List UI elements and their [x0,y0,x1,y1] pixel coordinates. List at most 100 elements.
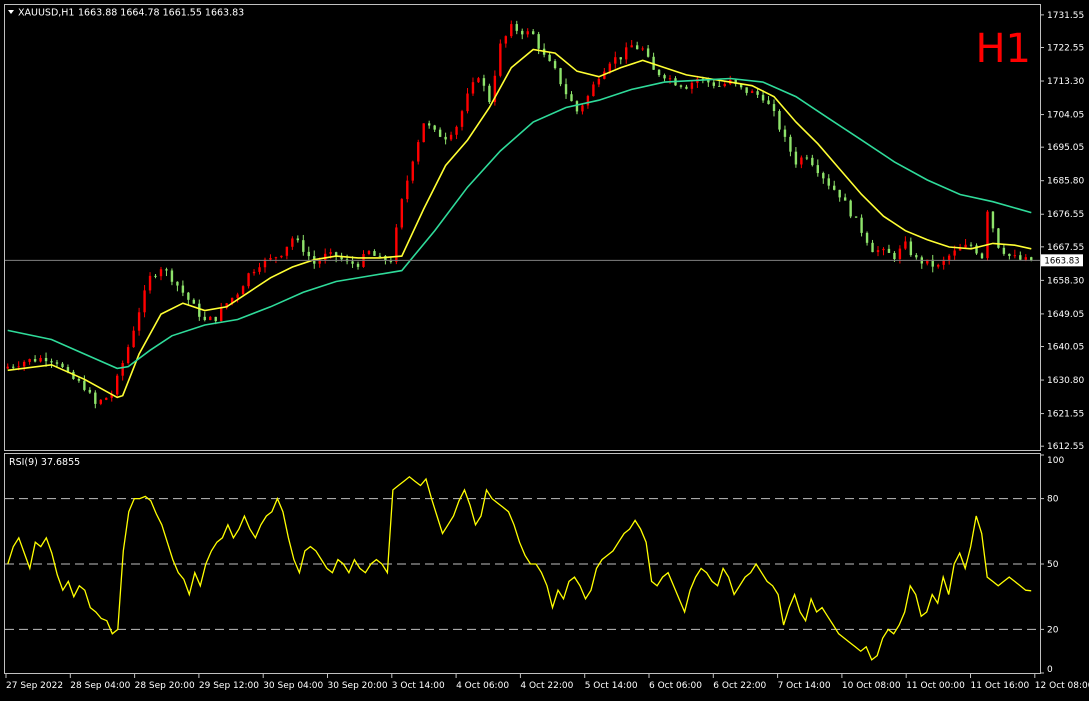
candle-body [882,248,885,251]
candle-body [55,362,59,364]
candle-body [291,238,294,247]
candle-body [860,217,863,233]
candle-body [132,330,135,348]
candle-body [800,157,803,165]
candle-body [838,189,841,198]
candle-body [269,257,272,260]
candle-body [526,31,529,35]
candle-body [400,199,404,228]
candle [411,160,414,184]
candle-body [504,36,508,44]
candle-body [991,211,995,229]
candle-body [126,347,130,364]
rsi-tick-label: 20 [1047,625,1059,635]
candle-body [712,82,716,86]
price-tick-label: 1621.55 [1047,410,1084,420]
candle-body [871,242,874,253]
candle-body [515,24,518,31]
candle-body [296,238,300,241]
candle [400,198,404,230]
candle-body [887,248,891,253]
candle-body [460,111,464,127]
last-price-label: 1663.83 [1044,256,1079,266]
time-tick-label: 30 Sep 20:00 [328,681,388,691]
candle-body [548,54,551,62]
symbol-label: XAUUSD,H1 [18,8,74,19]
candle-body [411,161,414,181]
candle-body [105,397,108,400]
rsi-tick-label: 80 [1047,495,1059,505]
price-tick-label: 1713.30 [1047,77,1084,87]
time-tick-label: 4 Oct 06:00 [456,681,509,691]
candle [849,199,852,219]
candle [499,39,502,78]
candle-body [307,251,310,257]
rsi-tick-label: 100 [1047,456,1064,466]
candle [116,373,119,398]
price-tick-label: 1667.55 [1047,243,1084,253]
candle-body [679,85,683,87]
candle-body [50,361,53,363]
price-tick-label: 1704.05 [1047,111,1084,121]
candle-body [964,244,967,248]
candle-body [635,45,639,50]
candle-body [559,68,562,85]
candle-body [767,100,770,105]
candle-body [137,312,141,331]
candle [241,285,245,295]
candle-body [893,252,896,260]
time-tick-label: 11 Oct 00:00 [906,681,965,691]
candle-body [789,136,792,152]
candle [980,252,984,260]
candle-body [553,61,557,69]
time-tick-label: 27 Sep 2022 [6,681,63,691]
candle-body [915,255,918,258]
candle-body [816,165,820,174]
candle-body [12,366,15,368]
candle-body [203,316,206,321]
time-tick-label: 5 Oct 14:00 [585,681,638,691]
price-tick-label: 1649.05 [1047,310,1084,320]
candle [395,223,398,265]
candle-body [586,96,590,106]
candle-body [88,389,92,393]
candle-body [99,399,102,404]
candle-body [772,104,776,112]
candle-body [783,129,787,137]
candle-body [444,136,447,140]
candle-body [6,366,9,369]
candle-body [241,286,245,295]
candle-body [531,31,535,35]
price-tick-label: 1612.55 [1047,442,1084,452]
time-tick-label: 11 Oct 16:00 [971,681,1030,691]
ohlc-label: 1663.88 1664.78 1661.55 1663.83 [78,8,244,19]
candle-body [718,85,721,87]
candle [247,272,250,289]
candle-body [805,157,809,159]
candle [778,109,781,132]
candle-body [427,123,431,126]
candle-body [466,93,469,112]
candle-body [876,250,880,253]
time-tick-label: 6 Oct 22:00 [713,681,766,691]
candle-body [285,246,289,256]
candle-body [953,250,956,256]
candle-body [1024,257,1027,260]
candle-body [433,125,436,130]
time-tick-label: 28 Sep 04:00 [70,681,130,691]
candle-body [378,255,382,257]
candle-body [165,269,168,271]
candle-body [564,84,568,95]
candle-body [619,57,622,60]
price-tick-label: 1658.30 [1047,276,1084,286]
candle [126,344,130,365]
candle-body [214,316,217,322]
candle-body [116,375,119,395]
candle [422,123,425,143]
price-tick-label: 1731.55 [1047,11,1084,21]
candle-body [33,359,37,362]
candle-body [236,294,239,298]
candle-body [811,157,814,166]
candle-body [406,180,409,200]
time-tick-label: 7 Oct 14:00 [778,681,831,691]
